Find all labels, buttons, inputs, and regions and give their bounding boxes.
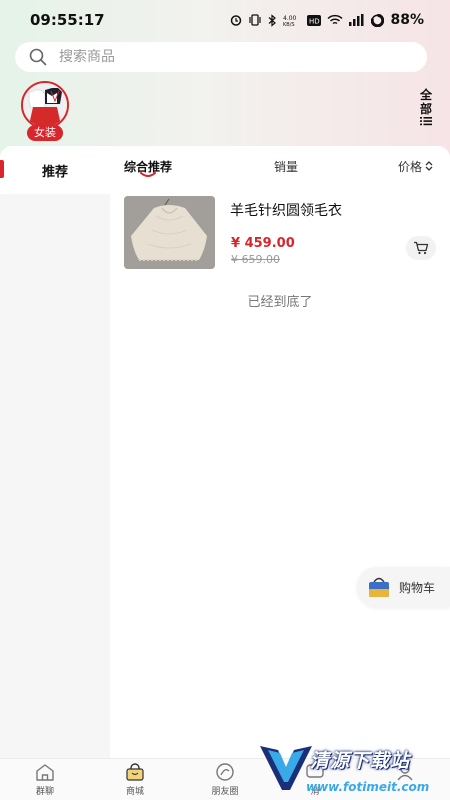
product-price: ¥ 459.00 bbox=[231, 236, 295, 251]
status-icons: 4.00 KB/S HD 88% bbox=[230, 12, 424, 28]
tab-label: 朋友圈 bbox=[211, 787, 239, 797]
content-panel: 推荐 综合推荐 销量 价格 羊毛针织圆领毛衣 ¥ 459.00 ¥ 659.00… bbox=[0, 146, 450, 758]
floating-cart-label: 购物车 bbox=[399, 580, 436, 595]
status-time: 09:55:17 bbox=[30, 11, 105, 29]
watermark-title: 清源下载站 bbox=[310, 750, 411, 772]
list-end-text: 已经到底了 bbox=[247, 295, 313, 310]
watermark: 清源下载站 www.fotimeit.com bbox=[258, 738, 450, 800]
vibrate-icon bbox=[249, 14, 262, 26]
active-underline bbox=[140, 172, 156, 177]
womens-clothing-image bbox=[23, 83, 67, 127]
product-image[interactable] bbox=[124, 196, 215, 269]
signal-icon bbox=[349, 14, 364, 26]
all-categories-button[interactable]: 全 部 bbox=[414, 88, 438, 126]
shopping-bag-icon bbox=[126, 763, 144, 781]
tab-label: 商城 bbox=[125, 787, 144, 797]
tab-group-chat[interactable]: 群聊 bbox=[0, 763, 90, 797]
basket-icon bbox=[369, 577, 389, 597]
bluetooth-icon bbox=[269, 13, 277, 27]
product-title[interactable]: 羊毛针织圆领毛衣 bbox=[230, 200, 342, 220]
svg-text:KB/S: KB/S bbox=[283, 22, 295, 27]
home-icon bbox=[36, 764, 54, 781]
left-nav: 推荐 bbox=[0, 146, 110, 758]
product-card[interactable]: 羊毛针织圆领毛衣 ¥ 459.00 ¥ 659.00 bbox=[124, 196, 438, 270]
sort-sales[interactable]: 销量 bbox=[274, 158, 298, 175]
network-speed-icon: 4.00KB/S bbox=[283, 15, 297, 27]
sort-bar: 综合推荐 销量 价格 bbox=[110, 146, 450, 186]
all-label-2: 部 bbox=[419, 102, 432, 116]
moments-icon bbox=[216, 763, 234, 781]
search-bar[interactable] bbox=[15, 42, 427, 72]
search-icon bbox=[29, 48, 47, 66]
search-input[interactable] bbox=[59, 49, 359, 65]
sort-price[interactable]: 价格 bbox=[398, 158, 422, 175]
battery-percent: 88% bbox=[390, 12, 424, 28]
hd-icon: HD bbox=[307, 14, 322, 26]
active-indicator bbox=[0, 160, 4, 178]
svg-text:HD: HD bbox=[309, 17, 320, 25]
tab-moments[interactable]: 朋友圈 bbox=[180, 763, 270, 797]
tab-label: 群聊 bbox=[35, 787, 54, 797]
sweater-image bbox=[124, 196, 215, 269]
status-bar: 09:55:17 4.00 KB/S HD 88% bbox=[0, 0, 450, 40]
category-avatar[interactable] bbox=[21, 81, 69, 129]
sort-arrows-icon[interactable] bbox=[425, 160, 433, 172]
category-badge[interactable]: 女装 bbox=[27, 125, 63, 141]
svg-text:4.00: 4.00 bbox=[283, 15, 297, 22]
product-original-price: ¥ 659.00 bbox=[231, 253, 280, 266]
left-nav-item-recommend[interactable]: 推荐 bbox=[0, 146, 110, 194]
cart-icon bbox=[414, 241, 429, 255]
tab-mall[interactable]: 商城 bbox=[90, 763, 180, 797]
all-label-1: 全 bbox=[419, 88, 432, 102]
left-nav-label: 推荐 bbox=[41, 164, 68, 180]
floating-cart-button[interactable]: 购物车 bbox=[357, 567, 450, 607]
alarm-icon bbox=[231, 15, 242, 26]
add-to-cart-button[interactable] bbox=[406, 236, 436, 260]
battery-icon bbox=[371, 13, 385, 27]
wifi-icon bbox=[327, 14, 344, 25]
watermark-url: www.fotimeit.com bbox=[306, 780, 430, 794]
list-icon bbox=[420, 117, 432, 126]
